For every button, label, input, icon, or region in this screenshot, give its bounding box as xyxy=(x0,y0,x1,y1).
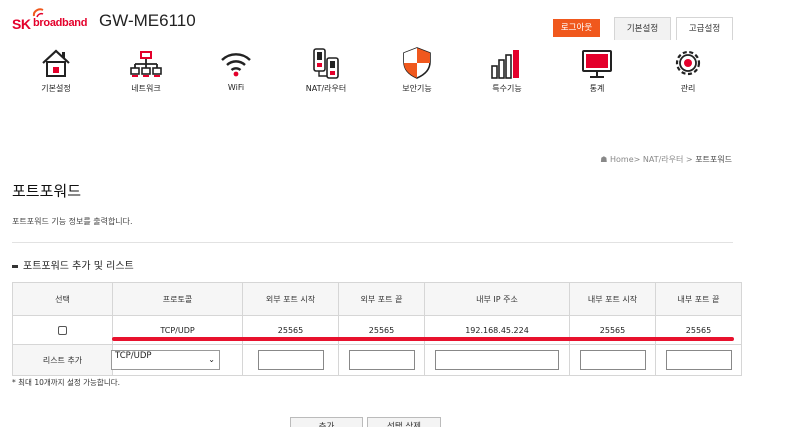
add-int-start-cell xyxy=(569,344,656,376)
nav-label: 특수기능 xyxy=(492,84,522,93)
nav-label: 통계 xyxy=(589,84,605,93)
home-icon[interactable]: ☗ xyxy=(600,155,607,164)
monitor-icon xyxy=(582,50,612,78)
add-row: 리스트 추가 TCP/UDP ⌄ xyxy=(12,344,742,376)
wifi-icon xyxy=(221,53,251,77)
nav-item-network[interactable]: 네트워크 xyxy=(106,44,186,94)
add-row-label: 리스트 추가 xyxy=(12,344,113,376)
header-protocol: 프로토콜 xyxy=(112,282,243,316)
header-int-port-end: 내부 포트 끝 xyxy=(655,282,742,316)
breadcrumb: ☗ Home> NAT/라우터 > 포트포워드 xyxy=(600,154,732,165)
ext-port-end-input[interactable] xyxy=(348,350,415,370)
breadcrumb-separator: > NAT/라우터 > xyxy=(633,155,693,164)
delete-selected-button[interactable]: 선택 삭제 xyxy=(367,417,441,427)
row-checkbox[interactable] xyxy=(58,325,67,335)
shield-icon xyxy=(403,47,431,79)
page-title: 포트포워드 xyxy=(12,182,82,200)
row-select-cell xyxy=(12,315,113,345)
nav-label: 네트워크 xyxy=(131,84,161,93)
nav-item-security[interactable]: 보안기능 xyxy=(377,44,457,94)
highlight-underline xyxy=(112,337,734,341)
nav-item-nat-router[interactable]: NAT/라우터 xyxy=(286,44,366,94)
bars-icon xyxy=(491,50,519,79)
internal-ip-input[interactable] xyxy=(435,350,559,370)
max-entries-note: * 최대 10개까지 설정 가능합니다. xyxy=(12,378,121,387)
network-icon xyxy=(130,51,162,77)
nav-label: NAT/라우터 xyxy=(305,84,347,93)
logo-broadband-text: broadband xyxy=(33,17,88,29)
nav-item-management[interactable]: 관리 xyxy=(648,44,728,94)
add-protocol-cell: TCP/UDP ⌄ xyxy=(111,344,243,376)
tab-advanced-settings[interactable]: 고급설정 xyxy=(676,17,733,40)
protocol-select-value: TCP/UDP xyxy=(115,351,152,361)
page-description: 포트포워드 기능 정보를 출력합니다. xyxy=(12,217,133,226)
ext-port-start-input[interactable] xyxy=(257,350,324,370)
sk-broadband-logo[interactable]: SK broadband xyxy=(12,8,92,36)
header-ext-port-end: 외부 포트 끝 xyxy=(338,282,425,316)
int-port-start-input[interactable] xyxy=(579,350,646,370)
nav-item-statistics[interactable]: 통계 xyxy=(557,44,637,94)
header-select: 선택 xyxy=(12,282,113,316)
add-ext-end-cell xyxy=(338,344,425,376)
table-header-row: 선택 프로토콜 외부 포트 시작 외부 포트 끝 내부 IP 주소 내부 포트 … xyxy=(12,282,742,316)
gear-icon xyxy=(675,50,701,76)
chevron-down-icon: ⌄ xyxy=(208,355,215,364)
nav-item-basic-settings[interactable]: 기본설정 xyxy=(16,44,96,94)
nav-label: 관리 xyxy=(680,84,696,93)
section-title: 포트포워드 추가 및 리스트 xyxy=(12,257,134,272)
add-button[interactable]: 추가 xyxy=(290,417,363,427)
section-title-text: 포트포워드 추가 및 리스트 xyxy=(23,261,134,272)
nav-label: 기본설정 xyxy=(41,84,71,93)
protocol-select[interactable]: TCP/UDP ⌄ xyxy=(111,350,220,370)
nav-label: WiFi xyxy=(227,83,245,92)
header-internal-ip: 내부 IP 주소 xyxy=(424,282,570,316)
breadcrumb-home[interactable]: Home xyxy=(610,155,634,164)
header-int-port-start: 내부 포트 시작 xyxy=(569,282,656,316)
int-port-end-input[interactable] xyxy=(665,350,732,370)
port-forward-table: 선택 프로토콜 외부 포트 시작 외부 포트 끝 내부 IP 주소 내부 포트 … xyxy=(12,282,742,376)
header: SK broadband GW-ME6110 로그아웃 기본설정 고급설정 xyxy=(0,0,788,40)
nav-label: 보안기능 xyxy=(402,84,432,93)
logout-button[interactable]: 로그아웃 xyxy=(553,19,600,37)
header-ext-port-start: 외부 포트 시작 xyxy=(242,282,339,316)
nav-item-wifi[interactable]: WiFi xyxy=(196,44,276,92)
add-ip-cell xyxy=(424,344,570,376)
main-nav: 기본설정 네트워크 WiFi NAT/라우터 보안기능 특수기능 통계 관리 xyxy=(0,44,788,104)
router-icon xyxy=(313,48,339,79)
nav-item-special-features[interactable]: 특수기능 xyxy=(467,44,547,94)
breadcrumb-current: 포트포워드 xyxy=(695,155,732,164)
add-ext-start-cell xyxy=(242,344,339,376)
logo-sk-text: SK xyxy=(12,16,31,32)
add-int-end-cell xyxy=(655,344,742,376)
house-icon xyxy=(42,49,70,77)
tab-basic-settings[interactable]: 기본설정 xyxy=(614,17,671,40)
divider xyxy=(12,242,733,243)
model-name: GW-ME6110 xyxy=(99,11,196,30)
section-bullet-icon xyxy=(12,264,18,268)
